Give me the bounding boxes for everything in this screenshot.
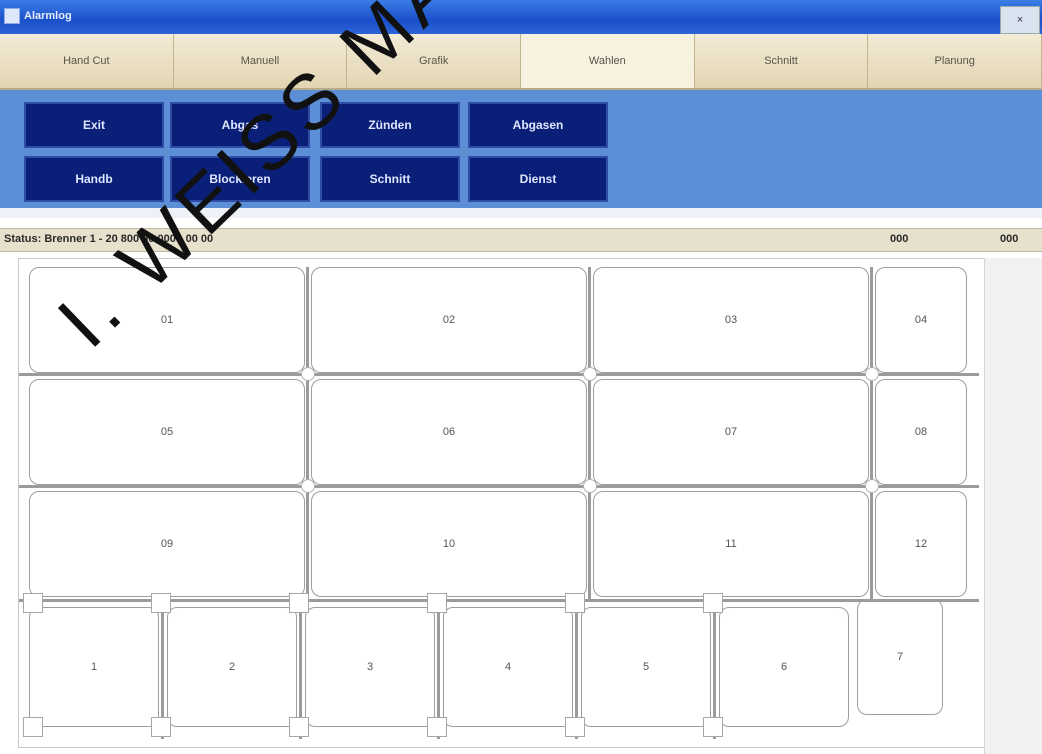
grid-node [583,479,597,493]
grid-slot[interactable]: 09 [29,491,305,597]
grid-slot[interactable]: 05 [29,379,305,485]
small-slot[interactable]: 7 [857,599,943,715]
status-value-1: 000 [890,233,909,245]
small-slot[interactable]: 1 [29,607,159,727]
grid-slot[interactable]: 02 [311,267,587,373]
status-value-2: 000 [1000,233,1019,245]
grid-slot[interactable]: 08 [875,379,967,485]
toolbar-button-8[interactable]: Dienst [468,156,608,202]
grid-line [588,267,591,599]
grid-foot [151,593,171,613]
grid-slot[interactable]: 07 [593,379,869,485]
tab-5[interactable]: Schnitt [694,34,869,88]
grid-foot [427,717,447,737]
grid-slot[interactable]: 11 [593,491,869,597]
grid-slot[interactable]: 10 [311,491,587,597]
grid-node [301,367,315,381]
title-bar: Alarmlog × [0,0,1042,34]
grid-slot[interactable]: 12 [875,491,967,597]
grid-node [865,479,879,493]
small-slot[interactable]: 6 [719,607,849,727]
grid-foot [151,717,171,737]
grid-line [306,267,309,599]
main-tabs: Hand Cut Manuell Grafik Wahlen Schnitt P… [0,34,1042,90]
right-panel [984,258,1042,754]
small-slot[interactable]: 5 [581,607,711,727]
machine-grid: 01 02 03 04 05 06 07 08 09 10 11 12 1 2 … [18,258,994,748]
small-slot[interactable]: 3 [305,607,435,727]
grid-foot [289,593,309,613]
window-title: Alarmlog [24,10,72,22]
grid-node [301,479,315,493]
close-button[interactable]: × [1000,6,1040,34]
grid-line [19,373,979,376]
grid-foot [565,717,585,737]
grid-node [583,367,597,381]
grid-slot[interactable]: 03 [593,267,869,373]
small-slot[interactable]: 4 [443,607,573,727]
grid-foot [703,593,723,613]
toolbar-button-7[interactable]: Schnitt [320,156,460,202]
grid-foot [427,593,447,613]
toolbar-button-1[interactable]: Exit [24,102,164,148]
grid-foot [289,717,309,737]
tab-4[interactable]: Wahlen [521,34,695,88]
grid-line [870,267,873,599]
tab-1[interactable]: Hand Cut [0,34,174,88]
grid-slot[interactable]: 06 [311,379,587,485]
grid-foot [703,717,723,737]
small-slot[interactable]: 2 [167,607,297,727]
grid-foot [565,593,585,613]
app-icon [4,8,20,24]
grid-foot [23,717,43,737]
tab-6[interactable]: Planung [868,34,1042,88]
toolbar-button-4[interactable]: Abgasen [468,102,608,148]
grid-line [19,485,979,488]
grid-slot[interactable]: 04 [875,267,967,373]
grid-foot [23,593,43,613]
toolbar-button-5[interactable]: Handb [24,156,164,202]
grid-node [865,367,879,381]
